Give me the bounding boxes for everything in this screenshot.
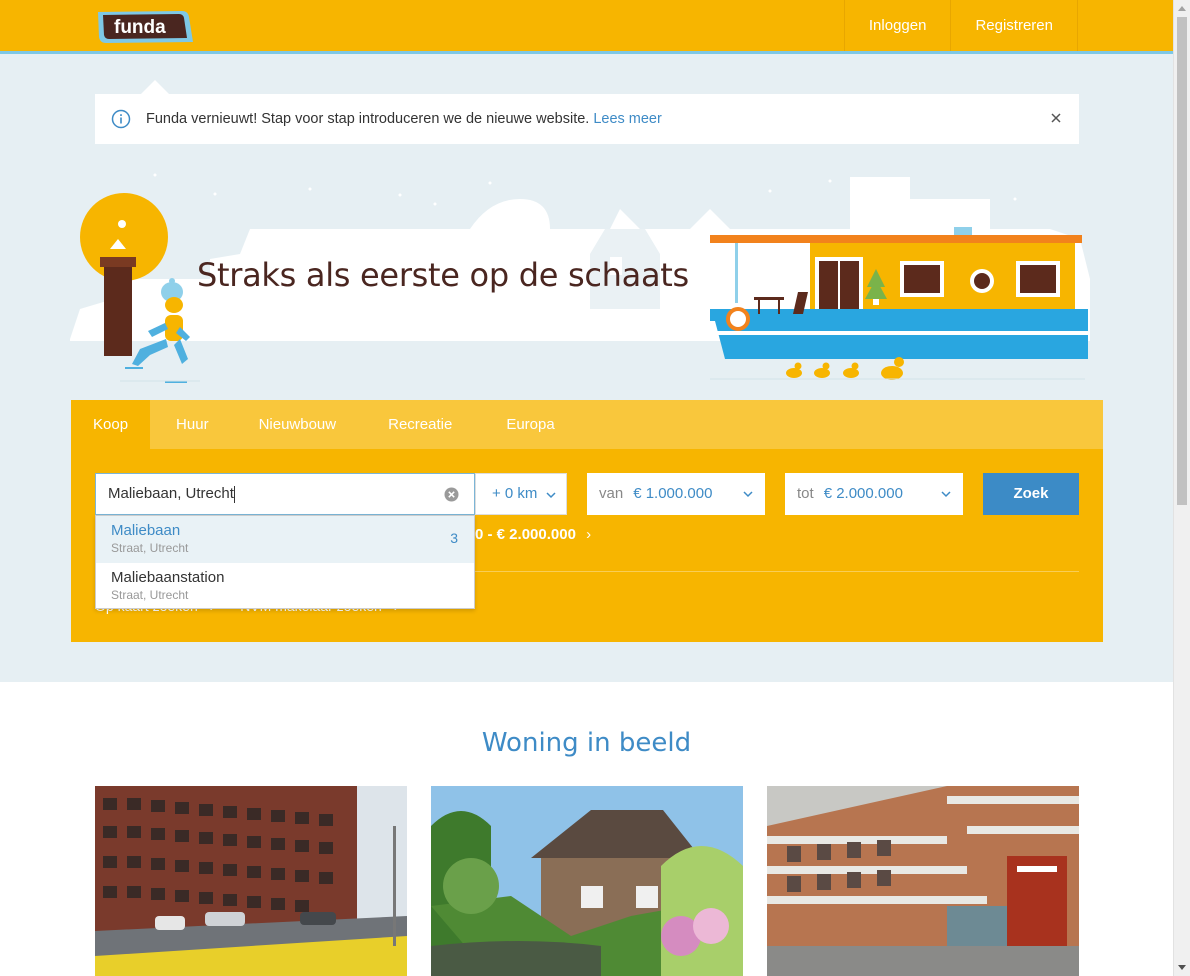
notice-banner: Funda vernieuwt! Stap voor stap introduc…: [95, 80, 1079, 144]
autocomplete-item-name: Maliebaanstation: [111, 569, 225, 586]
tab-europa[interactable]: Europa: [480, 400, 580, 449]
price-from-select[interactable]: van € 1.000.000: [587, 473, 765, 515]
price-from-value: € 1.000.000: [633, 485, 713, 502]
section-title: Woning in beeld: [481, 728, 692, 758]
autocomplete-item-count: 3: [450, 530, 458, 546]
price-to-select[interactable]: tot € 2.000.000: [785, 473, 963, 515]
scrollbar-thumb[interactable]: [1177, 17, 1187, 505]
info-icon: [111, 109, 131, 129]
radius-select[interactable]: + 0 km: [475, 473, 567, 515]
autocomplete-item[interactable]: Maliebaanstation Straat, Utrecht: [96, 563, 474, 610]
scroll-up-arrow-icon[interactable]: [1174, 0, 1190, 17]
text-cursor: [233, 485, 235, 503]
price-to-value: € 2.000.000: [823, 485, 903, 502]
house-photo[interactable]: [95, 786, 407, 976]
apartment-block-image: [95, 786, 407, 976]
login-link[interactable]: Inloggen: [843, 0, 951, 51]
price-to-label: tot: [797, 485, 814, 502]
register-link[interactable]: Registreren: [950, 0, 1078, 51]
autocomplete-dropdown: Maliebaan Straat, Utrecht 3 Maliebaansta…: [95, 515, 475, 609]
apartment-building-image: [767, 786, 1079, 976]
site-header: funda Inloggen Registreren: [0, 0, 1173, 54]
price-from-label: van: [599, 485, 624, 502]
scroll-down-arrow-icon[interactable]: [1174, 959, 1190, 976]
search-tabs: Koop Huur Nieuwbouw Recreatie Europa: [71, 400, 1103, 449]
scrollbar[interactable]: [1173, 0, 1190, 976]
header-nav: Inloggen Registreren: [843, 0, 1078, 51]
tab-nieuwbouw[interactable]: Nieuwbouw: [235, 400, 361, 449]
notice-text: Funda vernieuwt! Stap voor stap introduc…: [146, 111, 590, 127]
notice-read-more-link[interactable]: Lees meer: [593, 111, 662, 127]
autocomplete-item-type: Straat, Utrecht: [111, 588, 189, 602]
clear-icon[interactable]: [444, 487, 459, 502]
close-icon[interactable]: [1049, 111, 1063, 125]
logo-text: funda: [114, 17, 166, 38]
tab-huur[interactable]: Huur: [154, 400, 231, 449]
funda-logo[interactable]: funda: [96, 9, 194, 45]
location-input-value: Maliebaan, Utrecht: [108, 485, 234, 502]
location-input[interactable]: Maliebaan, Utrecht: [95, 473, 475, 515]
page: funda Inloggen Registreren Funda vernieu…: [0, 0, 1173, 976]
house-photo[interactable]: [431, 786, 743, 976]
autocomplete-item-name: Maliebaan: [111, 522, 181, 539]
search-button[interactable]: Zoek: [983, 473, 1079, 515]
chevron-right-icon: ›: [586, 526, 592, 543]
detached-house-image: [431, 786, 743, 976]
chevron-down-icon: [546, 492, 556, 499]
hero-title: Straks als eerste op de schaats: [197, 256, 689, 294]
autocomplete-item-type: Straat, Utrecht: [111, 541, 189, 555]
autocomplete-item[interactable]: Maliebaan Straat, Utrecht 3: [96, 516, 474, 563]
search-row: Maliebaan, Utrecht + 0 km van € 1.000.000: [95, 473, 1079, 515]
chevron-down-icon: [941, 491, 951, 498]
radius-value: + 0 km: [492, 485, 538, 502]
house-photo[interactable]: [767, 786, 1079, 976]
saved-search-text: 0 - € 2.000.000: [475, 526, 576, 543]
tab-koop[interactable]: Koop: [71, 400, 151, 449]
saved-search-link[interactable]: 0 - € 2.000.000 ›: [475, 526, 591, 543]
chevron-down-icon: [743, 491, 753, 498]
tab-recreatie[interactable]: Recreatie: [364, 400, 476, 449]
